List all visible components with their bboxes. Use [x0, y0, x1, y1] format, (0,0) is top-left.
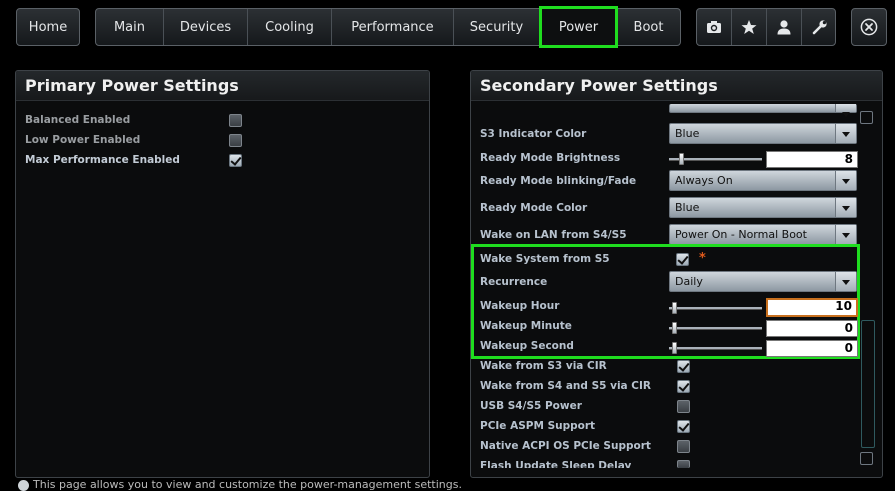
ready-mode-blinking-label: Ready Mode blinking/Fade [480, 175, 637, 187]
chevron-down-icon [835, 272, 856, 291]
low-power-enabled-checkbox[interactable] [229, 134, 242, 147]
primary-power-panel: Primary Power Settings [15, 70, 430, 478]
wakeup-minute-input[interactable]: 0 [766, 320, 858, 337]
main-tab-bar: Main Devices Cooling Performance Securit… [95, 6, 681, 48]
tab-main[interactable]: Main [96, 9, 164, 45]
pcie-aspm-checkbox[interactable] [677, 420, 690, 433]
wakeup-hour-input[interactable]: 10 [766, 298, 858, 317]
balanced-enabled-label: Balanced Enabled [25, 114, 131, 126]
ready-mode-brightness-input[interactable]: 8 [766, 151, 858, 168]
help-text-label: This page allows you to view and customi… [33, 478, 462, 491]
s3-indicator-color-label: S3 Indicator Color [480, 128, 587, 140]
wakeup-second-label: Wakeup Second [480, 340, 574, 352]
close-icon [860, 18, 878, 36]
chevron-down-icon [835, 124, 856, 143]
tab-power[interactable]: Power [539, 6, 618, 48]
wakeup-hour-slider-handle[interactable] [672, 302, 677, 314]
max-performance-enabled-label: Max Performance Enabled [25, 154, 180, 166]
ready-mode-color-select[interactable]: Blue [669, 197, 857, 218]
secondary-panel-title: Secondary Power Settings [471, 71, 882, 101]
wakeup-second-slider-handle[interactable] [672, 342, 677, 354]
wake-on-lan-label: Wake on LAN from S4/S5 [480, 229, 627, 241]
primary-panel-title: Primary Power Settings [16, 71, 429, 101]
wake-s4-s5-cir-label: Wake from S4 and S5 via CIR [480, 380, 651, 392]
ready-mode-blinking-select[interactable]: Always On [669, 170, 857, 191]
low-power-enabled-label: Low Power Enabled [25, 134, 141, 146]
wakeup-minute-slider[interactable] [669, 327, 762, 330]
wake-on-lan-select[interactable]: Power On - Normal Boot [669, 224, 857, 245]
flash-update-sleep-delay-checkbox[interactable] [677, 460, 690, 468]
user-icon [777, 20, 791, 35]
toolbar-icons [696, 8, 836, 46]
wake-system-s5-checkbox[interactable] [676, 253, 689, 266]
wrench-icon [812, 20, 827, 35]
ready-mode-brightness-label: Ready Mode Brightness [480, 152, 621, 164]
s3-indicator-color-select[interactable]: Blue [669, 123, 857, 144]
recurrence-select[interactable]: Daily [669, 271, 857, 292]
usb-s4-s5-power-label: USB S4/S5 Power [480, 400, 582, 412]
recurrence-value: Daily [675, 275, 703, 288]
wakeup-minute-label: Wakeup Minute [480, 320, 572, 332]
balanced-enabled-checkbox[interactable] [229, 114, 242, 127]
partial-setting-select[interactable] [669, 104, 857, 117]
help-text: This page allows you to view and customi… [18, 478, 462, 491]
tools-button[interactable] [802, 9, 837, 45]
wakeup-minute-slider-handle[interactable] [672, 322, 677, 334]
recurrence-label: Recurrence [480, 276, 548, 288]
ready-mode-color-value: Blue [675, 201, 700, 214]
tab-devices[interactable]: Devices [164, 9, 248, 45]
chevron-down-icon [835, 198, 856, 217]
tab-cooling[interactable]: Cooling [248, 9, 332, 45]
user-button[interactable] [767, 9, 802, 45]
secondary-scrollbar[interactable] [860, 108, 876, 466]
wake-s4-s5-cir-checkbox[interactable] [677, 380, 690, 393]
ready-mode-color-label: Ready Mode Color [480, 202, 588, 214]
flash-update-sleep-delay-label: Flash Update Sleep Delay [480, 460, 632, 468]
usb-s4-s5-power-checkbox[interactable] [677, 400, 690, 413]
chevron-down-icon [835, 225, 856, 244]
chevron-down-icon [835, 171, 856, 190]
wake-on-lan-value: Power On - Normal Boot [675, 228, 807, 241]
max-performance-enabled-checkbox[interactable] [229, 154, 242, 167]
wakeup-hour-label: Wakeup Hour [480, 300, 560, 312]
tab-security[interactable]: Security [454, 9, 540, 45]
wakeup-second-input[interactable]: 0 [766, 340, 858, 357]
wakeup-second-slider[interactable] [669, 347, 762, 350]
camera-button[interactable] [697, 9, 732, 45]
wake-s3-cir-checkbox[interactable] [677, 360, 690, 373]
wake-s3-cir-label: Wake from S3 via CIR [480, 360, 607, 372]
scrollbar-track[interactable] [861, 320, 875, 448]
ready-mode-brightness-slider-handle[interactable] [679, 153, 684, 165]
s3-indicator-color-value: Blue [675, 127, 700, 140]
modified-marker: * [699, 251, 706, 266]
tab-performance[interactable]: Performance [332, 9, 454, 45]
native-acpi-pcie-checkbox[interactable] [677, 440, 690, 453]
wakeup-hour-slider[interactable] [669, 307, 762, 310]
wake-system-s5-label: Wake System from S5 [480, 253, 610, 265]
info-icon [18, 479, 29, 491]
scroll-down-button[interactable] [860, 452, 873, 465]
home-button[interactable]: Home [16, 8, 80, 46]
pcie-aspm-label: PCIe ASPM Support [480, 420, 596, 432]
star-icon [741, 20, 757, 34]
close-button[interactable] [851, 8, 887, 46]
ready-mode-blinking-value: Always On [675, 174, 733, 187]
tab-boot[interactable]: Boot [617, 9, 680, 45]
native-acpi-pcie-label: Native ACPI OS PCIe Support [480, 440, 651, 452]
favorites-button[interactable] [732, 9, 767, 45]
camera-icon [707, 21, 721, 33]
scroll-up-button[interactable] [860, 111, 873, 124]
